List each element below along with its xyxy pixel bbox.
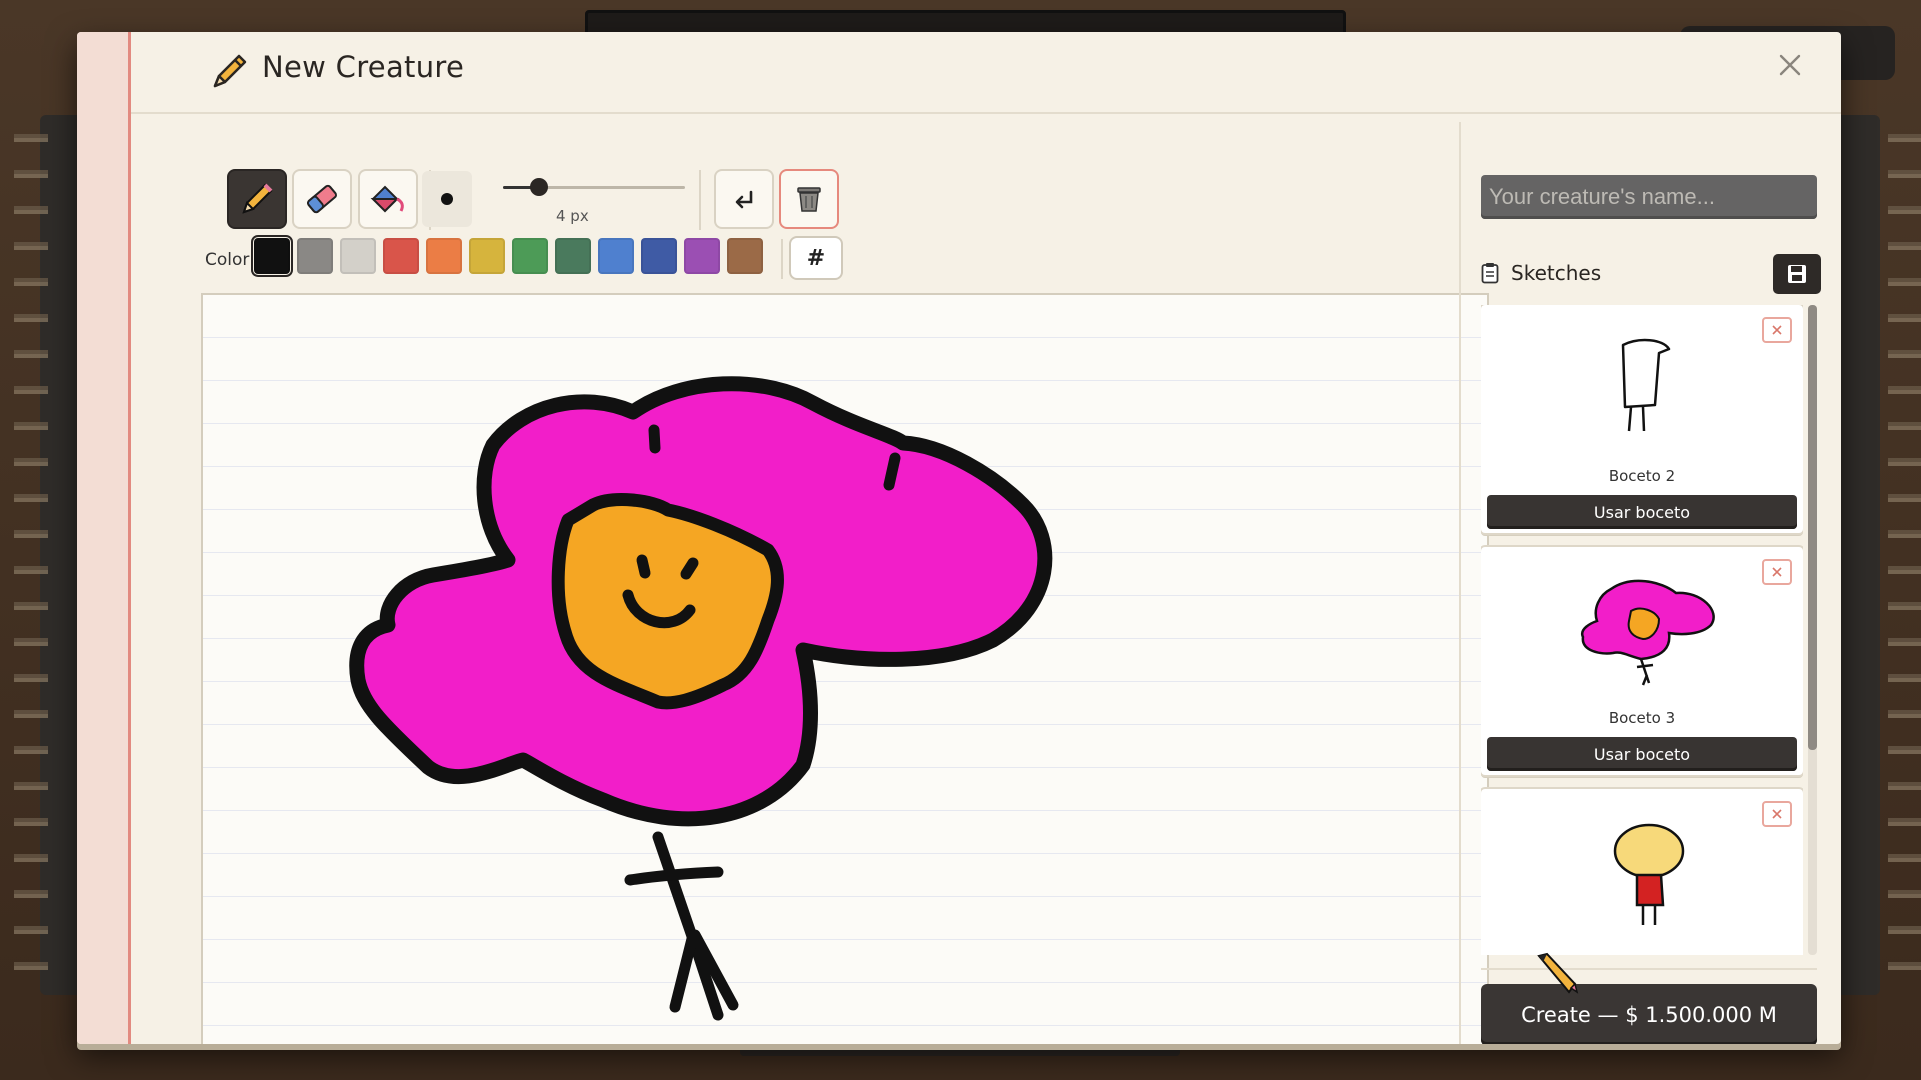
create-creature-button[interactable]: Create — $ 1.500.000 M <box>1481 984 1817 1044</box>
right-eye <box>680 557 699 580</box>
slider-thumb[interactable] <box>530 178 549 196</box>
color-swatch[interactable] <box>340 238 376 274</box>
sketch-list-scrollbar[interactable] <box>1808 305 1817 955</box>
notebook-margin <box>77 32 131 1044</box>
creature-name-input[interactable] <box>1481 175 1817 219</box>
notebook-rings-left <box>14 120 48 990</box>
brush-dot <box>441 193 453 205</box>
pencil-icon <box>242 183 273 214</box>
drawing-canvas[interactable] <box>203 295 1487 1044</box>
color-swatch[interactable] <box>641 238 677 274</box>
scrollbar-thumb[interactable] <box>1808 305 1817 750</box>
sketch-list: Boceto 2 Usar boceto Boceto 3 Usar bocet… <box>1481 305 1803 955</box>
notebook-rings-right <box>1888 120 1921 990</box>
sketch-thumbnail <box>1580 579 1715 686</box>
sketch-name: Boceto 3 <box>1608 709 1676 727</box>
panel-divider <box>1481 968 1817 970</box>
color-swatch[interactable] <box>598 238 634 274</box>
drawing-panel: 4 px Color: # <box>131 114 1487 1044</box>
color-label: Color: <box>205 250 255 270</box>
paint-bucket-icon <box>370 185 404 213</box>
left-eye <box>636 554 651 579</box>
stem <box>652 831 724 1021</box>
petal-notch <box>648 424 661 454</box>
save-sketch-button[interactable] <box>1773 254 1821 294</box>
brush-size-slider[interactable] <box>503 178 685 196</box>
delete-sketch-button[interactable] <box>1762 559 1792 585</box>
flower-drawing <box>349 376 1053 1021</box>
color-swatch[interactable] <box>512 238 548 274</box>
eraser-tool-button[interactable] <box>294 171 350 227</box>
fill-tool-button[interactable] <box>360 171 416 227</box>
close-icon <box>1772 567 1782 577</box>
sidebar: Sketches Boceto 2 Usar bo <box>1459 122 1841 1044</box>
sketch-card: Boceto 3 Usar boceto <box>1481 547 1803 775</box>
pencil-tool-button[interactable] <box>229 171 285 227</box>
close-icon <box>1772 809 1782 819</box>
sketch-card: Boceto 2 Usar boceto <box>1481 305 1803 533</box>
save-icon <box>1788 265 1806 283</box>
use-sketch-button[interactable]: Usar boceto <box>1487 495 1797 529</box>
clear-canvas-button[interactable] <box>781 171 837 227</box>
eraser-icon <box>307 184 337 214</box>
color-swatch[interactable] <box>383 238 419 274</box>
color-palette <box>251 235 763 277</box>
sketch-name: Boceto 2 <box>1608 467 1676 485</box>
petal-notch <box>883 452 901 491</box>
color-swatch[interactable] <box>555 238 591 274</box>
clipboard-icon <box>1481 263 1499 284</box>
dialog-title: New Creature <box>262 50 465 84</box>
new-creature-dialog: New Creature 4 px Color: # Your creature… <box>77 32 1841 1044</box>
sketches-header: Sketches <box>1481 254 1821 294</box>
sketch-thumbnail <box>1621 338 1671 432</box>
undo-button[interactable] <box>716 171 772 227</box>
color-swatch[interactable] <box>297 238 333 274</box>
color-swatch[interactable] <box>727 238 763 274</box>
left-leg <box>669 929 699 1013</box>
sketch-thumbnail <box>1613 823 1685 925</box>
color-swatch[interactable] <box>684 238 720 274</box>
color-swatch[interactable] <box>251 235 293 277</box>
delete-sketch-button[interactable] <box>1762 801 1792 827</box>
undo-icon <box>735 190 753 209</box>
sketch-card <box>1481 789 1803 955</box>
palette-divider <box>781 239 783 279</box>
delete-sketch-button[interactable] <box>1762 317 1792 343</box>
toolbar-divider <box>699 170 701 230</box>
pencil-icon <box>213 54 247 88</box>
color-swatch[interactable] <box>426 238 462 274</box>
use-sketch-button[interactable]: Usar boceto <box>1487 737 1797 771</box>
sketches-title: Sketches <box>1511 261 1602 285</box>
close-icon <box>1772 325 1782 335</box>
dialog-header: New Creature <box>131 32 1841 114</box>
trash-icon <box>797 187 821 212</box>
color-swatch[interactable] <box>469 238 505 274</box>
brush-preview <box>422 171 472 227</box>
brush-size-label: 4 px <box>556 207 589 225</box>
close-icon[interactable] <box>1777 52 1803 78</box>
custom-color-button[interactable]: # <box>791 238 841 278</box>
arms <box>624 866 724 886</box>
